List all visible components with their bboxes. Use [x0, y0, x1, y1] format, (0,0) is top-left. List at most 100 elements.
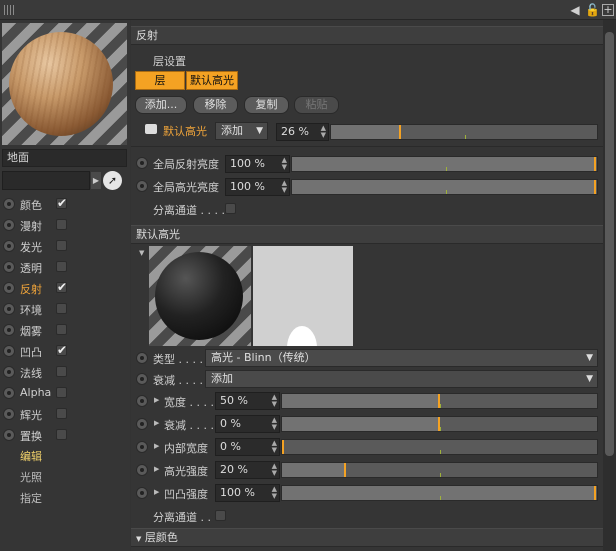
scrollbar[interactable] [603, 20, 616, 551]
channel-checkbox[interactable] [56, 429, 67, 440]
spinner-icon[interactable]: ▲ ▼ [272, 417, 277, 431]
spec-preview[interactable] [149, 246, 251, 346]
param-field[interactable]: 20 % ▲ ▼ [215, 461, 280, 479]
layer-button[interactable]: 层 [135, 71, 185, 90]
animate-radio[interactable] [3, 219, 15, 231]
channel-item[interactable]: 发光 [0, 236, 130, 257]
spinner-icon[interactable]: ▲ ▼ [321, 125, 326, 139]
layer-name[interactable]: 默认高光 [163, 123, 207, 139]
section-default-spec[interactable]: 默认高光 [131, 225, 603, 244]
channel-item[interactable]: 烟雾 [0, 320, 130, 341]
section-reflect[interactable]: 反射 [131, 26, 603, 45]
channel-item[interactable]: 凹凸 ✔ [0, 341, 130, 362]
param-slider[interactable] [281, 462, 598, 478]
layer-mode-dropdown[interactable]: 添加 ▼ [215, 122, 268, 140]
layer-opacity-slider[interactable] [330, 124, 598, 140]
grip-icon[interactable] [4, 5, 16, 15]
channel-item[interactable]: 置换 [0, 425, 130, 446]
spec-curve-graph[interactable] [253, 246, 353, 346]
animate-radio[interactable] [3, 324, 15, 336]
channel-item[interactable]: 辉光 [0, 404, 130, 425]
animate-radio[interactable] [3, 303, 15, 315]
param-slider[interactable] [281, 439, 598, 455]
animate-radio[interactable] [3, 429, 15, 441]
channel-checkbox[interactable]: ✔ [56, 197, 67, 209]
channel-item[interactable]: 颜色 ✔ [0, 194, 130, 215]
expand-arrow-icon[interactable]: ▶ [154, 465, 159, 473]
channel-checkbox[interactable] [56, 408, 67, 419]
search-input[interactable] [2, 171, 90, 190]
channel-item[interactable]: 反射 ✔ [0, 278, 130, 299]
add-button[interactable]: 添加... [135, 96, 187, 114]
animate-radio[interactable] [3, 282, 15, 294]
param-field[interactable]: 0 % ▲ ▼ [215, 415, 280, 433]
param-slider[interactable] [281, 393, 598, 409]
remove-button[interactable]: 移除 [193, 96, 238, 114]
animate-radio[interactable] [3, 408, 15, 420]
animate-radio[interactable] [136, 418, 148, 430]
animate-radio[interactable] [3, 261, 15, 273]
section-layer-color[interactable]: ▼ 层颜色 [131, 528, 603, 547]
param-field[interactable]: 0 % ▲ ▼ [215, 438, 280, 456]
separate-pass-checkbox[interactable] [215, 510, 226, 521]
animate-radio[interactable] [136, 352, 148, 364]
paste-button[interactable]: 粘贴 [294, 96, 339, 114]
layer-opacity-field[interactable]: 26 % ▲ ▼ [276, 123, 329, 141]
channel-extra-item[interactable]: 指定 [0, 488, 130, 509]
animate-radio[interactable] [136, 441, 148, 453]
animate-radio[interactable] [3, 345, 15, 357]
material-preview[interactable] [2, 23, 127, 145]
atten-dropdown[interactable]: 添加 ▼ [205, 370, 598, 388]
default-spec-button[interactable]: 默认高光 [186, 71, 238, 90]
spinner-icon[interactable]: ▲ ▼ [282, 157, 287, 171]
channel-item[interactable]: 法线 [0, 362, 130, 383]
animate-radio[interactable] [3, 240, 15, 252]
channel-checkbox[interactable] [56, 366, 67, 377]
type-dropdown[interactable]: 高光 - Blinn（传统） ▼ [205, 349, 598, 367]
param-slider[interactable] [281, 485, 598, 501]
channel-checkbox[interactable] [56, 219, 67, 230]
scroll-thumb[interactable] [605, 32, 614, 456]
collapse-arrow-icon[interactable]: ▼ [139, 249, 144, 257]
channel-checkbox[interactable]: ✔ [56, 281, 67, 293]
channel-checkbox[interactable] [56, 324, 67, 335]
channel-item[interactable]: 环境 [0, 299, 130, 320]
global-reflect-slider[interactable] [291, 156, 598, 172]
global-spec-field[interactable]: 100 % ▲ ▼ [225, 178, 290, 196]
eye-icon[interactable] [145, 124, 157, 134]
spinner-icon[interactable]: ▲ ▼ [272, 394, 277, 408]
animate-radio[interactable] [136, 395, 148, 407]
search-arrow-icon[interactable]: ▶ [91, 172, 101, 189]
channel-item[interactable]: Alpha [0, 383, 130, 404]
animate-radio[interactable] [3, 387, 15, 399]
param-field[interactable]: 50 % ▲ ▼ [215, 392, 280, 410]
global-reflect-field[interactable]: 100 % ▲ ▼ [225, 155, 290, 173]
copy-button[interactable]: 复制 [244, 96, 289, 114]
material-name-field[interactable]: 地面 [2, 149, 127, 167]
lock-icon[interactable]: 🔓 [585, 2, 600, 18]
arrow-icon[interactable]: ◀ [568, 2, 582, 18]
animate-radio[interactable] [136, 157, 148, 169]
animate-radio[interactable] [3, 198, 15, 210]
spinner-icon[interactable]: ▲ ▼ [282, 180, 287, 194]
channel-item[interactable]: 透明 [0, 257, 130, 278]
spinner-icon[interactable]: ▲ ▼ [272, 463, 277, 477]
pick-cursor-icon[interactable]: ➚ [103, 171, 122, 190]
param-slider[interactable] [281, 416, 598, 432]
animate-radio[interactable] [136, 464, 148, 476]
spinner-icon[interactable]: ▲ ▼ [272, 486, 277, 500]
expand-arrow-icon[interactable]: ▶ [154, 396, 159, 404]
channel-checkbox[interactable] [56, 261, 67, 272]
channel-checkbox[interactable] [56, 303, 67, 314]
animate-radio[interactable] [136, 180, 148, 192]
channel-checkbox[interactable] [56, 240, 67, 251]
expand-arrow-icon[interactable]: ▶ [154, 419, 159, 427]
expand-arrow-icon[interactable]: ▶ [154, 488, 159, 496]
animate-radio[interactable] [136, 487, 148, 499]
expand-arrow-icon[interactable]: ▶ [154, 442, 159, 450]
channel-item[interactable]: 漫射 [0, 215, 130, 236]
channel-extra-item[interactable]: 光照 [0, 467, 130, 488]
global-spec-slider[interactable] [291, 179, 598, 195]
channel-checkbox[interactable]: ✔ [56, 344, 67, 356]
param-field[interactable]: 100 % ▲ ▼ [215, 484, 280, 502]
